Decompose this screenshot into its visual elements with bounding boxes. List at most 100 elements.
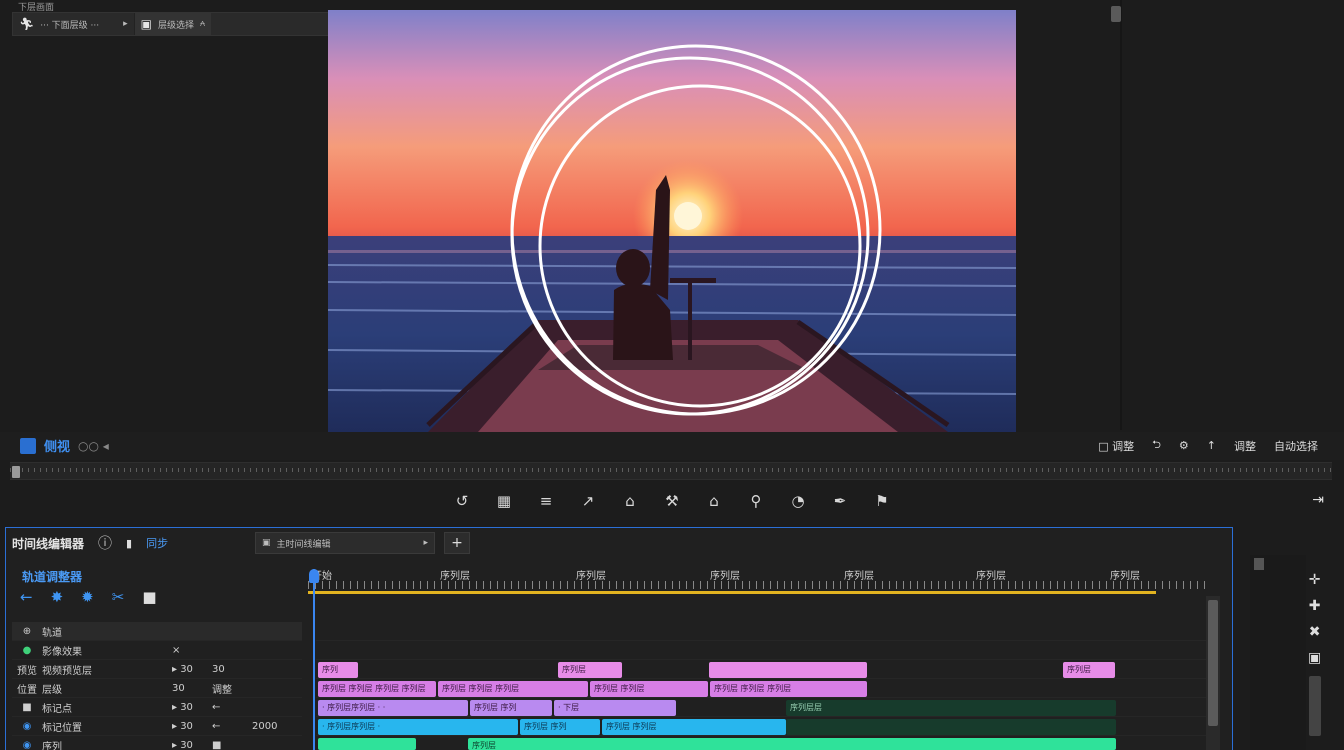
razor-icon[interactable]: ✂ [112, 588, 125, 606]
clip[interactable]: 序列层 序列层 [602, 719, 786, 735]
clock-icon[interactable]: ◔ [788, 492, 808, 510]
timeline-lane[interactable]: 序列层 序列层 序列层 序列层 序列层 序列层 序列层 序列层 序列层 序列层 … [316, 679, 1206, 698]
close-icon[interactable]: × [172, 645, 212, 656]
lift-icon[interactable]: ⌂ [620, 492, 640, 510]
snap-icon[interactable]: ✹ [81, 588, 94, 606]
adjust-button[interactable]: 调整 [1234, 438, 1256, 454]
timeline-vertical-scrollbar[interactable] [1206, 596, 1220, 750]
playhead-handle[interactable] [309, 569, 319, 583]
up-arrow-icon[interactable]: ↑ [1207, 439, 1216, 452]
timeline-lane[interactable]: · 序列层序列层 · 序列层 序列 序列层 序列层 [316, 717, 1206, 736]
timeline-lane[interactable]: · 序列层序列层 · · 序列层 序列 · 下层 序列层层 [316, 698, 1206, 717]
track-value[interactable]: ← [212, 721, 252, 732]
view-mode-label[interactable]: 侧视 [44, 436, 70, 455]
track-header[interactable]: ■ 标记点 ▸ 30 ← [12, 698, 302, 717]
clip[interactable]: 序列层 序列 [470, 700, 552, 716]
timeline-lane[interactable] [316, 622, 1206, 641]
clip[interactable]: · 下层 [554, 700, 676, 716]
monitor-scrub-bar[interactable] [10, 462, 1332, 480]
clip[interactable] [318, 738, 416, 750]
timeline-lane[interactable]: 序列 序列层 序列层 [316, 660, 1206, 679]
track-header[interactable]: 位置 层级 30 调整 [12, 679, 302, 698]
loop-toggle[interactable]: ○○ ◂ [78, 439, 109, 453]
track-header[interactable]: ⊕ 轨道 [12, 622, 302, 641]
track-value[interactable]: ■ [212, 740, 252, 750]
program-monitor-preview[interactable] [328, 10, 1016, 432]
grid-icon[interactable]: ▦ [494, 492, 514, 510]
clip[interactable]: 序列层 [558, 662, 622, 678]
clip[interactable] [786, 719, 1116, 735]
clip[interactable]: · 序列层序列层 · [318, 719, 518, 735]
clip[interactable]: 序列层 [1063, 662, 1115, 678]
track-name: 序列 [42, 741, 62, 750]
search-icon[interactable]: ⚲ [746, 492, 766, 510]
playhead-line[interactable] [313, 569, 315, 750]
add-icon[interactable]: ✚ [1309, 598, 1321, 614]
track-value[interactable]: ▸ 30 [172, 740, 212, 750]
adjust-toggle[interactable]: □ 调整 [1098, 438, 1134, 454]
clip[interactable]: 序列 [318, 662, 358, 678]
track-value[interactable]: 30 [212, 664, 252, 675]
track-value[interactable]: ▸ 30 [172, 721, 212, 732]
menu-icon[interactable]: ≡ [536, 492, 556, 510]
back-arrow-icon[interactable]: ← [20, 588, 33, 606]
ripple-icon[interactable]: ✸ [51, 588, 64, 606]
track-header[interactable]: 预览 视频预览层 ▸ 30 30 [12, 660, 302, 679]
crosshair-icon[interactable]: ✛ [1309, 572, 1321, 588]
trash-icon[interactable]: ■ [142, 588, 156, 606]
jump-end-icon[interactable]: ⇥ [1312, 492, 1324, 508]
clip[interactable]: · 序列层序列层 · · [318, 700, 468, 716]
auto-select-button[interactable]: 自动选择 [1274, 438, 1318, 454]
layer-selector-bar[interactable]: 🏃︎ ··· 下面层级 ··· ▸ ▣ 层级选择 ⩜ [12, 12, 367, 36]
clip[interactable]: 序列层 [468, 738, 1116, 750]
side-scrollbar[interactable] [1308, 676, 1321, 736]
scrollbar-thumb[interactable] [1111, 6, 1121, 22]
work-area-bar[interactable] [308, 591, 1156, 594]
basket-icon[interactable]: ⌂ [704, 492, 724, 510]
timeline-ruler[interactable]: 开始 序列层 序列层 序列层 序列层 序列层 序列层 [308, 565, 1208, 595]
track-value[interactable]: ▸ 30 [172, 702, 212, 713]
track-icon: 预览 [17, 665, 37, 677]
monitor-right-controls: □ 调整 ⮌ ⚙ ↑ 调整 自动选择 [1098, 436, 1318, 455]
track-value[interactable]: 2000 [252, 721, 292, 732]
timeline-lane[interactable]: 序列层 [316, 736, 1206, 750]
track-header[interactable]: ◉ 标记位置 ▸ 30 ← 2000 [12, 717, 302, 736]
view-mode-icon[interactable] [20, 437, 36, 454]
scrub-handle[interactable] [12, 466, 20, 478]
sync-tab[interactable]: 同步 [146, 535, 168, 551]
select-icon[interactable]: ↗ [578, 492, 598, 510]
hammer-icon[interactable]: ⚒ [662, 492, 682, 510]
monitor-view-controls[interactable]: 侧视 ○○ ◂ [20, 436, 109, 455]
clip[interactable]: 序列层 序列层 序列层 [438, 681, 588, 697]
pen-icon[interactable]: ✒ [830, 492, 850, 510]
settings-gear-icon[interactable]: ⚙ [1179, 439, 1189, 452]
info-icon[interactable]: ⓘ [98, 533, 112, 553]
layer-select-button[interactable]: ▣ 层级选择 ⩜ [133, 13, 212, 35]
timeline-lane[interactable] [316, 641, 1206, 660]
track-value[interactable]: ← [212, 702, 252, 713]
clip[interactable]: 序列层 序列层 序列层 [710, 681, 867, 697]
layer-dropdown[interactable]: 🏃︎ ··· 下面层级 ··· ▸ [13, 13, 134, 35]
track-value[interactable]: 调整 [212, 681, 252, 696]
clip[interactable]: 序列层 序列层 [590, 681, 708, 697]
close-x-icon[interactable]: ✖ [1309, 624, 1321, 640]
flag-icon[interactable]: ⚑ [872, 492, 892, 510]
timeline-title[interactable]: 时间线编辑器 [12, 535, 84, 552]
undo-icon[interactable]: ↺ [452, 492, 472, 510]
add-sequence-button[interactable]: + [444, 532, 470, 554]
scrollbar-thumb[interactable] [1208, 600, 1218, 726]
clip[interactable]: 序列层 序列层 序列层 序列层 [318, 681, 436, 697]
marker-icon[interactable]: ▮ [126, 537, 132, 550]
wrap-icon[interactable]: ⮌ [1152, 436, 1161, 455]
clip[interactable] [709, 662, 867, 678]
side-panel-thumb[interactable] [1254, 558, 1264, 570]
track-value[interactable]: 30 [172, 683, 212, 694]
lock-icon[interactable]: ▣ [1308, 650, 1321, 666]
sequence-dropdown[interactable]: ▣ 主时间线编辑 ▸ [255, 532, 435, 554]
track-header[interactable]: ● 影像效果 × [12, 641, 302, 660]
track-value[interactable]: ▸ 30 [172, 664, 212, 675]
layer-select-text: 层级选择 [158, 20, 195, 31]
clip[interactable]: 序列层层 [786, 700, 1116, 716]
clip[interactable]: 序列层 序列 [520, 719, 600, 735]
track-header[interactable]: ◉ 序列 ▸ 30 ■ [12, 736, 302, 750]
